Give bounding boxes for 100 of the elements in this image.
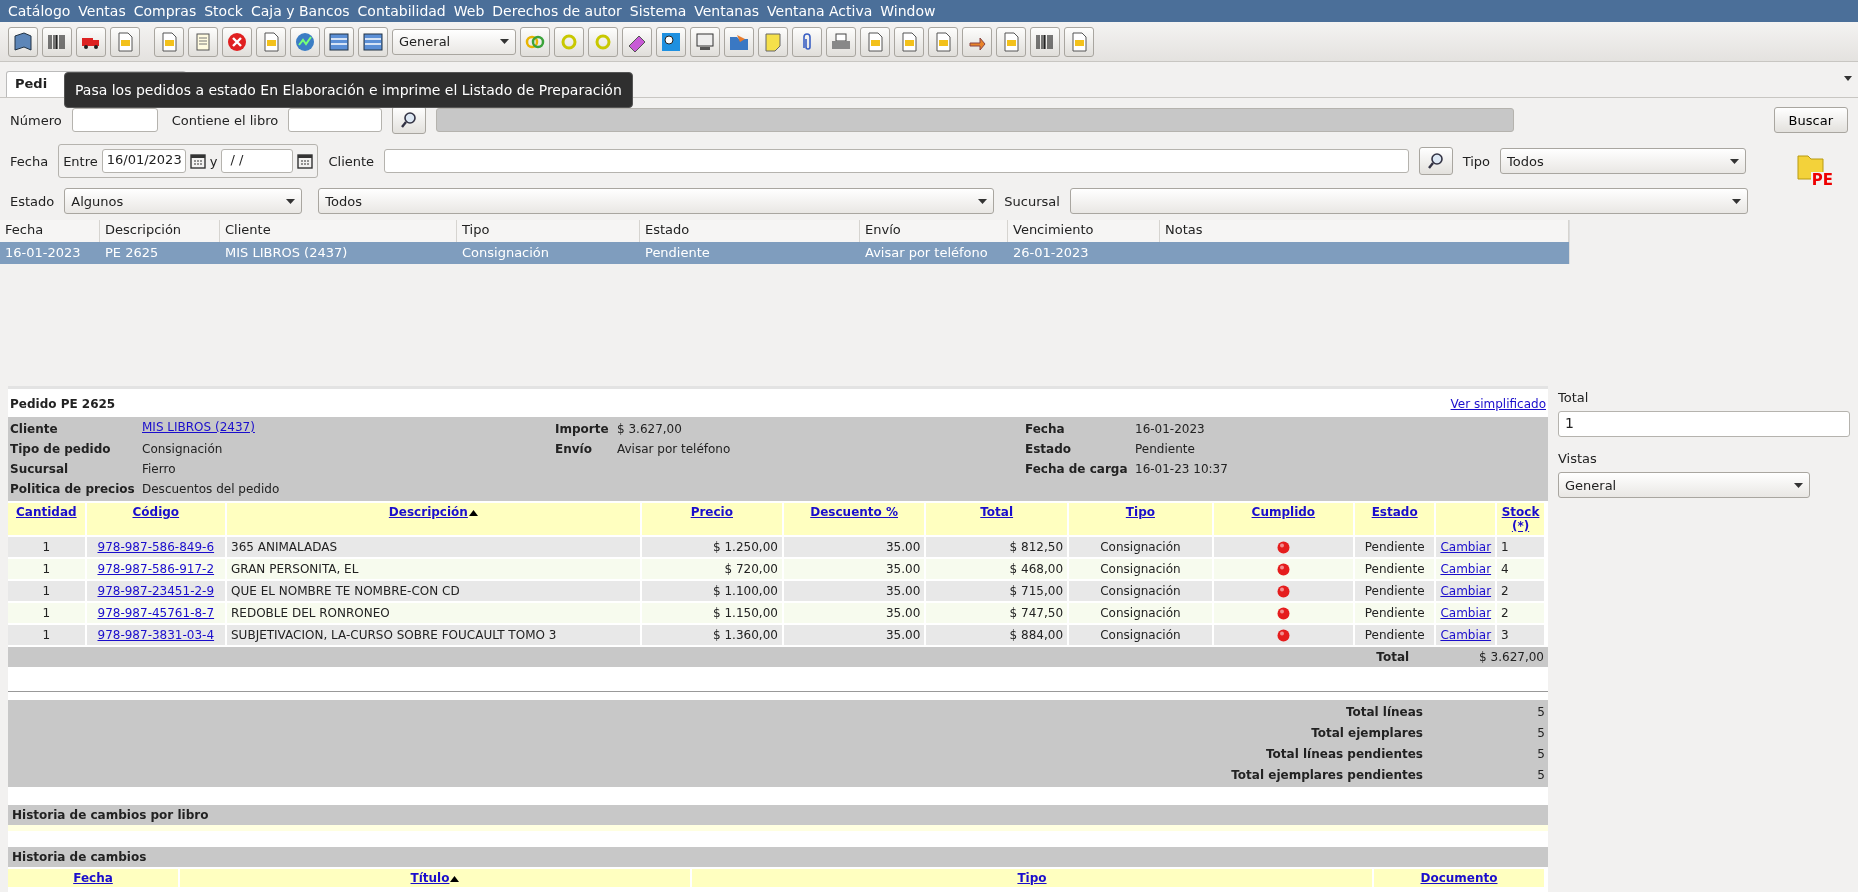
caret-icon bbox=[1794, 482, 1803, 488]
client-link[interactable]: MIS LIBROS (2437) bbox=[142, 420, 255, 434]
menu-item[interactable]: Contabilidad bbox=[353, 3, 450, 19]
toolbar-button[interactable] bbox=[76, 26, 106, 57]
toolbar-button[interactable] bbox=[324, 26, 354, 57]
date-field[interactable]: 16/01/2023 bbox=[101, 149, 186, 173]
change-link[interactable]: Cambiar bbox=[1440, 540, 1492, 554]
table-cell: 35.00 bbox=[783, 603, 925, 623]
change-link[interactable]: Cambiar bbox=[1440, 628, 1492, 642]
info-label: Fecha bbox=[1025, 421, 1066, 438]
code-link[interactable]: 978-987-586-849-6 bbox=[97, 540, 215, 554]
column-header[interactable]: Estado bbox=[1354, 503, 1435, 535]
table-cell-text: PE 2625 bbox=[104, 244, 160, 262]
search-button[interactable] bbox=[392, 106, 427, 134]
search-button[interactable] bbox=[1418, 147, 1453, 175]
calendar-icon[interactable] bbox=[189, 153, 206, 169]
total-field[interactable]: 1 bbox=[1558, 411, 1850, 437]
simplified-link[interactable]: Ver simplificado bbox=[1450, 397, 1546, 411]
info-label: Cliente bbox=[10, 421, 59, 438]
sort-link[interactable]: Documento bbox=[1420, 871, 1498, 885]
toolbar-button[interactable] bbox=[358, 26, 388, 57]
column-header[interactable]: Cantidad bbox=[8, 503, 85, 535]
toolbar-button[interactable] bbox=[8, 26, 38, 57]
note-icon bbox=[762, 30, 784, 53]
toolbar-button[interactable] bbox=[724, 26, 754, 57]
chart-icon bbox=[294, 30, 316, 53]
menu-item[interactable]: Stock bbox=[200, 3, 247, 19]
column-header[interactable]: Título bbox=[180, 869, 690, 887]
toolbar-button[interactable] bbox=[1030, 26, 1060, 57]
sort-link[interactable]: Precio bbox=[690, 505, 733, 519]
number-field[interactable] bbox=[71, 108, 158, 132]
code-link[interactable]: 978-987-23451-2-9 bbox=[97, 584, 215, 598]
field-label: Vistas bbox=[1558, 451, 1598, 466]
table-cell: 1 bbox=[8, 581, 85, 601]
menu-item[interactable]: Caja y Bancos bbox=[246, 3, 354, 19]
menu-item[interactable]: Window bbox=[876, 3, 940, 19]
sort-link[interactable]: Código bbox=[132, 505, 180, 519]
info-label: Politica de precios bbox=[10, 481, 136, 498]
type-select[interactable]: Todos bbox=[1500, 148, 1746, 174]
sort-link[interactable]: Tipo bbox=[1125, 505, 1155, 519]
info-value: Avisar por teléfono bbox=[617, 441, 732, 458]
sort-link[interactable]: Descuento % bbox=[810, 505, 898, 519]
search-button[interactable]: Buscar bbox=[1773, 107, 1848, 133]
calendar-icon[interactable] bbox=[297, 153, 314, 169]
menu-item[interactable]: Ventanas bbox=[690, 3, 764, 19]
book-field[interactable] bbox=[288, 108, 383, 132]
menu-item[interactable]: Catálogo bbox=[4, 3, 75, 19]
column-header[interactable]: Cumplido bbox=[1213, 503, 1353, 535]
total-label: Total bbox=[1376, 649, 1410, 666]
column-header[interactable]: Fecha bbox=[8, 869, 178, 887]
client-field[interactable] bbox=[384, 149, 1409, 173]
sort-link[interactable]: Tipo bbox=[1017, 871, 1047, 885]
table-cell: Pendiente bbox=[1354, 581, 1435, 601]
sort-link[interactable]: Fecha bbox=[73, 871, 113, 885]
toolbar-button[interactable] bbox=[656, 26, 686, 57]
column-header[interactable]: Precio bbox=[641, 503, 782, 535]
sort-link[interactable]: Cantidad bbox=[16, 505, 77, 519]
sort-link[interactable]: Cumplido bbox=[1251, 505, 1316, 519]
change-link[interactable]: Cambiar bbox=[1440, 562, 1492, 576]
menu-item[interactable]: Sistema bbox=[625, 3, 691, 19]
info-value: 16-01-23 10:37 bbox=[1135, 461, 1229, 478]
view-select[interactable]: General bbox=[392, 28, 516, 55]
menu-item[interactable]: Ventana Activa bbox=[763, 3, 877, 19]
table-cell: Pendiente bbox=[1354, 625, 1435, 645]
code-link[interactable]: 978-987-3831-03-4 bbox=[97, 628, 215, 642]
date-field[interactable]: / / bbox=[221, 149, 294, 173]
menu-item[interactable]: Derechos de autor bbox=[488, 3, 626, 19]
sort-link[interactable]: Título bbox=[410, 871, 450, 885]
summary-value: 5 bbox=[1536, 746, 1546, 763]
summary-label: Total líneas pendientes bbox=[1265, 746, 1423, 763]
code-link[interactable]: 978-987-45761-8-7 bbox=[97, 606, 215, 620]
change-link[interactable]: Cambiar bbox=[1440, 584, 1492, 598]
column-header[interactable]: Documento bbox=[1374, 869, 1544, 887]
menu-item[interactable]: Web bbox=[449, 3, 489, 19]
column-header[interactable]: Tipo bbox=[1069, 503, 1212, 535]
column-header[interactable]: Código bbox=[86, 503, 225, 535]
menu-item[interactable]: Ventas bbox=[74, 3, 130, 19]
toolbar-button[interactable] bbox=[42, 26, 72, 57]
column-header[interactable]: Descuento % bbox=[783, 503, 925, 535]
table-cell-text: 26-01-2023 bbox=[1012, 244, 1090, 262]
status-select[interactable]: Todos bbox=[318, 188, 995, 214]
sort-link[interactable]: Descripción bbox=[388, 505, 468, 519]
sort-link[interactable]: Estado bbox=[1371, 505, 1418, 519]
menu-item[interactable]: Compras bbox=[129, 3, 201, 19]
column-header[interactable]: Total bbox=[926, 503, 1068, 535]
sort-link[interactable]: Total bbox=[980, 505, 1014, 519]
caret-icon[interactable] bbox=[1844, 76, 1852, 81]
views-select[interactable]: General bbox=[1558, 472, 1810, 498]
code-link[interactable]: 978-987-586-917-2 bbox=[97, 562, 215, 576]
table-cell: Consignación bbox=[1069, 537, 1212, 557]
toolbar-button[interactable] bbox=[622, 26, 652, 57]
table-cell: QUE EL NOMBRE TE NOMBRE-CON CD bbox=[227, 581, 640, 601]
column-header[interactable]: Descripción bbox=[227, 503, 640, 535]
toolbar-button[interactable] bbox=[222, 26, 252, 57]
field-label: Estado bbox=[10, 193, 55, 209]
change-link[interactable]: Cambiar bbox=[1440, 606, 1492, 620]
column-header[interactable]: Tipo bbox=[692, 869, 1372, 887]
status-select[interactable]: Algunos bbox=[64, 188, 303, 214]
branch-select[interactable] bbox=[1069, 188, 1748, 214]
toolbar-button[interactable] bbox=[690, 26, 720, 57]
